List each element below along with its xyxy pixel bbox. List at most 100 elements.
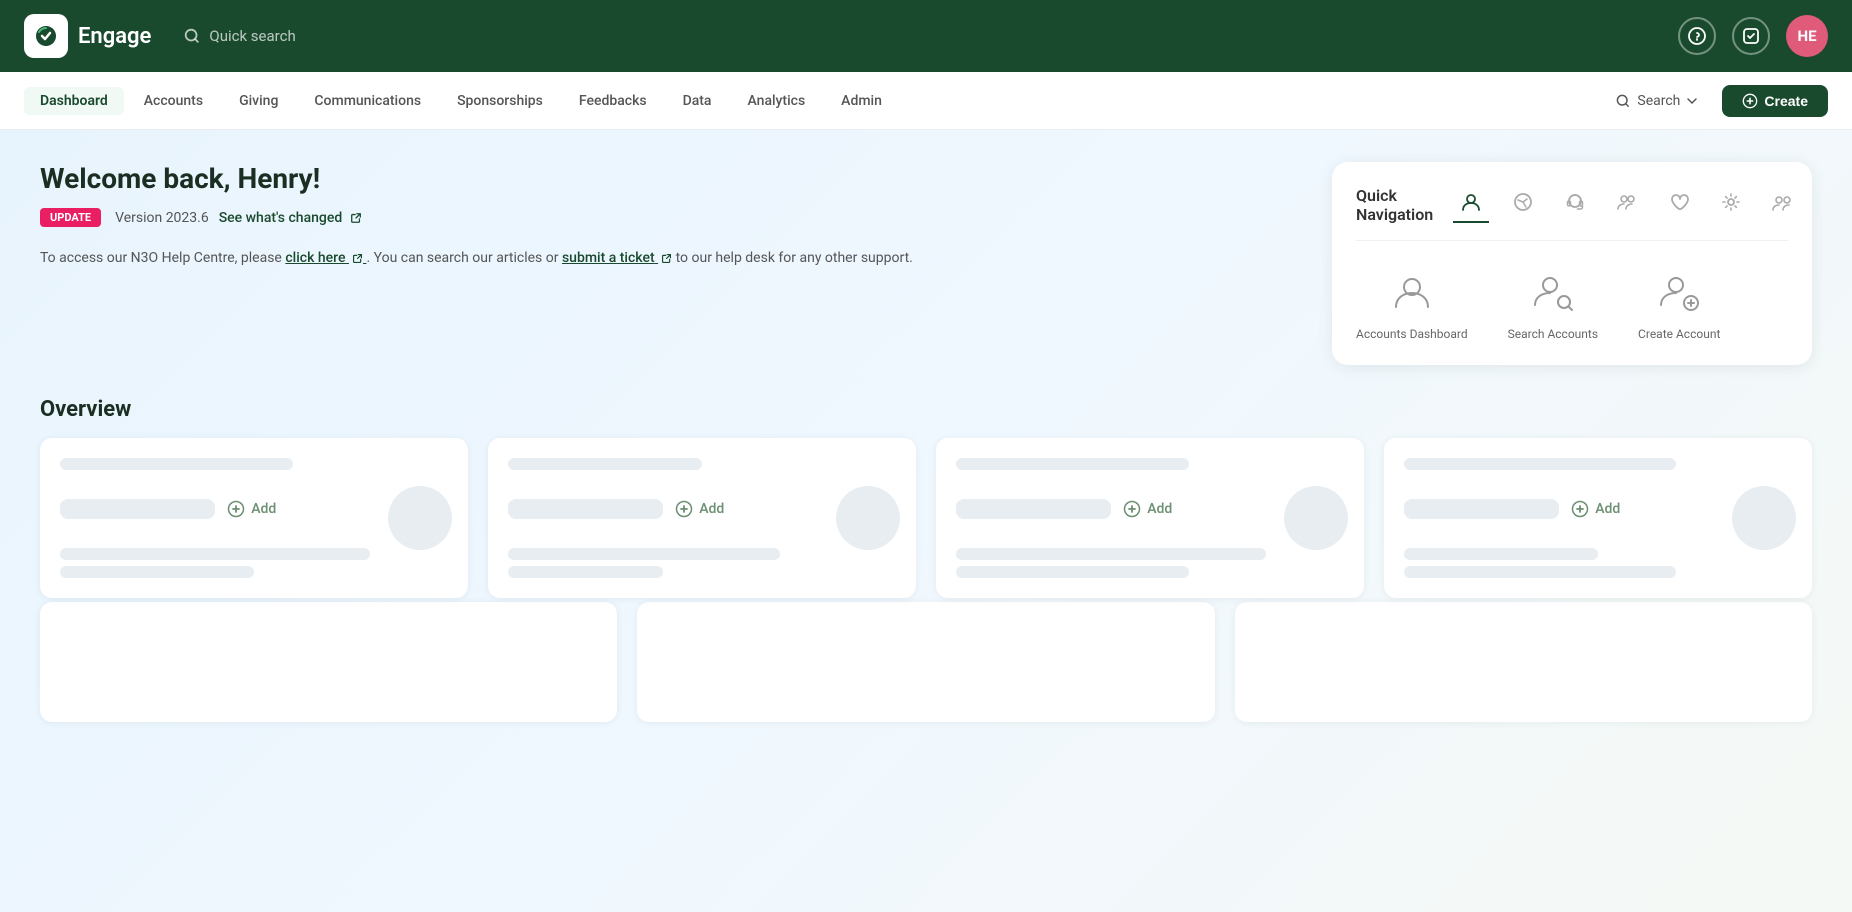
topbar: Engage Quick search HE <box>0 0 1852 72</box>
nav-item-accounts[interactable]: Accounts <box>128 87 219 115</box>
skeleton-line <box>60 566 254 578</box>
quick-nav-tab-accounts[interactable] <box>1453 187 1489 223</box>
version-text: Version 2023.6 <box>115 210 209 226</box>
user-avatar[interactable]: HE <box>1786 15 1828 57</box>
quick-nav-tab-analytics[interactable] <box>1765 187 1801 223</box>
quick-nav-item-search-accounts[interactable]: Search Accounts <box>1508 265 1598 341</box>
external-link-icon-3 <box>661 253 672 264</box>
add-button-1[interactable]: Add <box>227 500 276 518</box>
nav-item-sponsorships[interactable]: Sponsorships <box>441 87 559 115</box>
quick-nav-tab-sponsorships[interactable] <box>1609 187 1645 223</box>
search-button[interactable]: Search <box>1603 87 1710 115</box>
plus-circle-icon-3 <box>1123 500 1141 518</box>
skeleton-line <box>508 548 780 560</box>
skeleton-bar <box>956 499 1111 519</box>
skeleton-line <box>60 548 370 560</box>
create-button[interactable]: Create <box>1722 85 1828 117</box>
plus-circle-icon-2 <box>675 500 693 518</box>
skeleton-bar <box>60 499 215 519</box>
skeleton-line <box>508 566 663 578</box>
skeleton-line <box>1404 548 1598 560</box>
welcome-title: Welcome back, Henry! <box>40 162 1300 195</box>
nav-item-dashboard[interactable]: Dashboard <box>24 87 124 115</box>
overview-cards-grid: Add <box>40 438 1812 598</box>
nav-item-communications[interactable]: Communications <box>298 87 437 115</box>
logo-wrap[interactable]: Engage <box>24 14 151 58</box>
help-text: To access our N3O Help Centre, please cl… <box>40 247 1300 271</box>
logo-icon <box>24 14 68 58</box>
overview-card-1: Add <box>40 438 468 598</box>
tasks-icon <box>1741 26 1761 46</box>
welcome-card: Welcome back, Henry! UPDATE Version 2023… <box>40 162 1300 365</box>
chevron-down-icon <box>1686 95 1698 107</box>
headset-tab-icon <box>1564 191 1586 213</box>
overview-card-2: Add <box>488 438 916 598</box>
update-badge: UPDATE <box>40 208 101 227</box>
quick-nav-tab-communications[interactable] <box>1557 187 1593 223</box>
overview-card-4: Add <box>1384 438 1812 598</box>
accounts-dashboard-icon <box>1386 265 1438 317</box>
search-label: Search <box>1637 93 1680 109</box>
overview-card-3: Add <box>936 438 1364 598</box>
create-account-label: Create Account <box>1638 327 1720 341</box>
search-nav-icon <box>1615 93 1631 109</box>
settings-tab-icon <box>1720 191 1742 213</box>
see-whats-changed-link[interactable]: See what's changed <box>219 210 362 226</box>
quick-nav-tab-data[interactable] <box>1713 187 1749 223</box>
skeleton-line <box>956 458 1189 470</box>
quick-nav-tab-feedbacks[interactable] <box>1661 187 1697 223</box>
nav-item-data[interactable]: Data <box>667 87 728 115</box>
search-accounts-icon <box>1527 265 1579 317</box>
search-accounts-label: Search Accounts <box>1508 327 1598 341</box>
quick-nav-header: Quick Navigation <box>1356 186 1788 241</box>
skeleton-line <box>60 458 293 470</box>
bottom-card-2 <box>637 602 1214 722</box>
quick-nav-item-accounts-dashboard[interactable]: Accounts Dashboard <box>1356 265 1468 341</box>
nav-item-admin[interactable]: Admin <box>825 87 898 115</box>
click-here-link[interactable]: click here <box>285 250 366 266</box>
nav-item-feedbacks[interactable]: Feedbacks <box>563 87 663 115</box>
add-button-2[interactable]: Add <box>675 500 724 518</box>
quick-nav-tab-giving[interactable] <box>1505 187 1541 223</box>
card-2-bottom <box>508 548 896 578</box>
plus-circle-icon-4 <box>1571 500 1589 518</box>
quick-nav-tabs <box>1453 187 1801 223</box>
create-label: Create <box>1764 93 1808 109</box>
main-content: Welcome back, Henry! UPDATE Version 2023… <box>0 130 1852 912</box>
welcome-section: Welcome back, Henry! UPDATE Version 2023… <box>40 162 1812 365</box>
people-tab-icon <box>1772 191 1794 213</box>
help-button[interactable] <box>1678 17 1716 55</box>
create-account-icon <box>1653 265 1705 317</box>
skeleton-line <box>956 548 1266 560</box>
add-button-4[interactable]: Add <box>1571 500 1620 518</box>
external-link-icon <box>350 212 362 224</box>
submit-ticket-link[interactable]: submit a ticket <box>562 250 658 266</box>
plus-circle-icon-1 <box>227 500 245 518</box>
overview-section: Overview Add <box>40 397 1812 722</box>
skeleton-circle-3 <box>1284 486 1348 550</box>
quick-nav-item-create-account[interactable]: Create Account <box>1638 265 1720 341</box>
nav-item-giving[interactable]: Giving <box>223 87 294 115</box>
quick-search-label: Quick search <box>209 27 295 45</box>
nav-right: Search Create <box>1603 85 1828 117</box>
tasks-button[interactable] <box>1732 17 1770 55</box>
bottom-card-3 <box>1235 602 1812 722</box>
skeleton-circle-1 <box>388 486 452 550</box>
topbar-right: HE <box>1678 15 1828 57</box>
overview-title: Overview <box>40 397 1812 422</box>
help-circle-icon <box>1687 26 1707 46</box>
nav-item-analytics[interactable]: Analytics <box>731 87 821 115</box>
plus-circle-icon <box>1742 93 1758 109</box>
navbar: Dashboard Accounts Giving Communications… <box>0 72 1852 130</box>
add-button-3[interactable]: Add <box>1123 500 1172 518</box>
accounts-dashboard-label: Accounts Dashboard <box>1356 327 1468 341</box>
card-1-middle: Add <box>60 499 448 519</box>
avatar-initials: HE <box>1797 27 1816 45</box>
card-1-bottom <box>60 548 448 578</box>
bottom-cards-grid <box>40 602 1812 722</box>
quick-search-btn[interactable]: Quick search <box>183 27 295 45</box>
card-3-bottom <box>956 548 1344 578</box>
heart-tab-icon <box>1668 191 1690 213</box>
skeleton-line <box>956 566 1189 578</box>
quick-nav-card: Quick Navigation <box>1332 162 1812 365</box>
